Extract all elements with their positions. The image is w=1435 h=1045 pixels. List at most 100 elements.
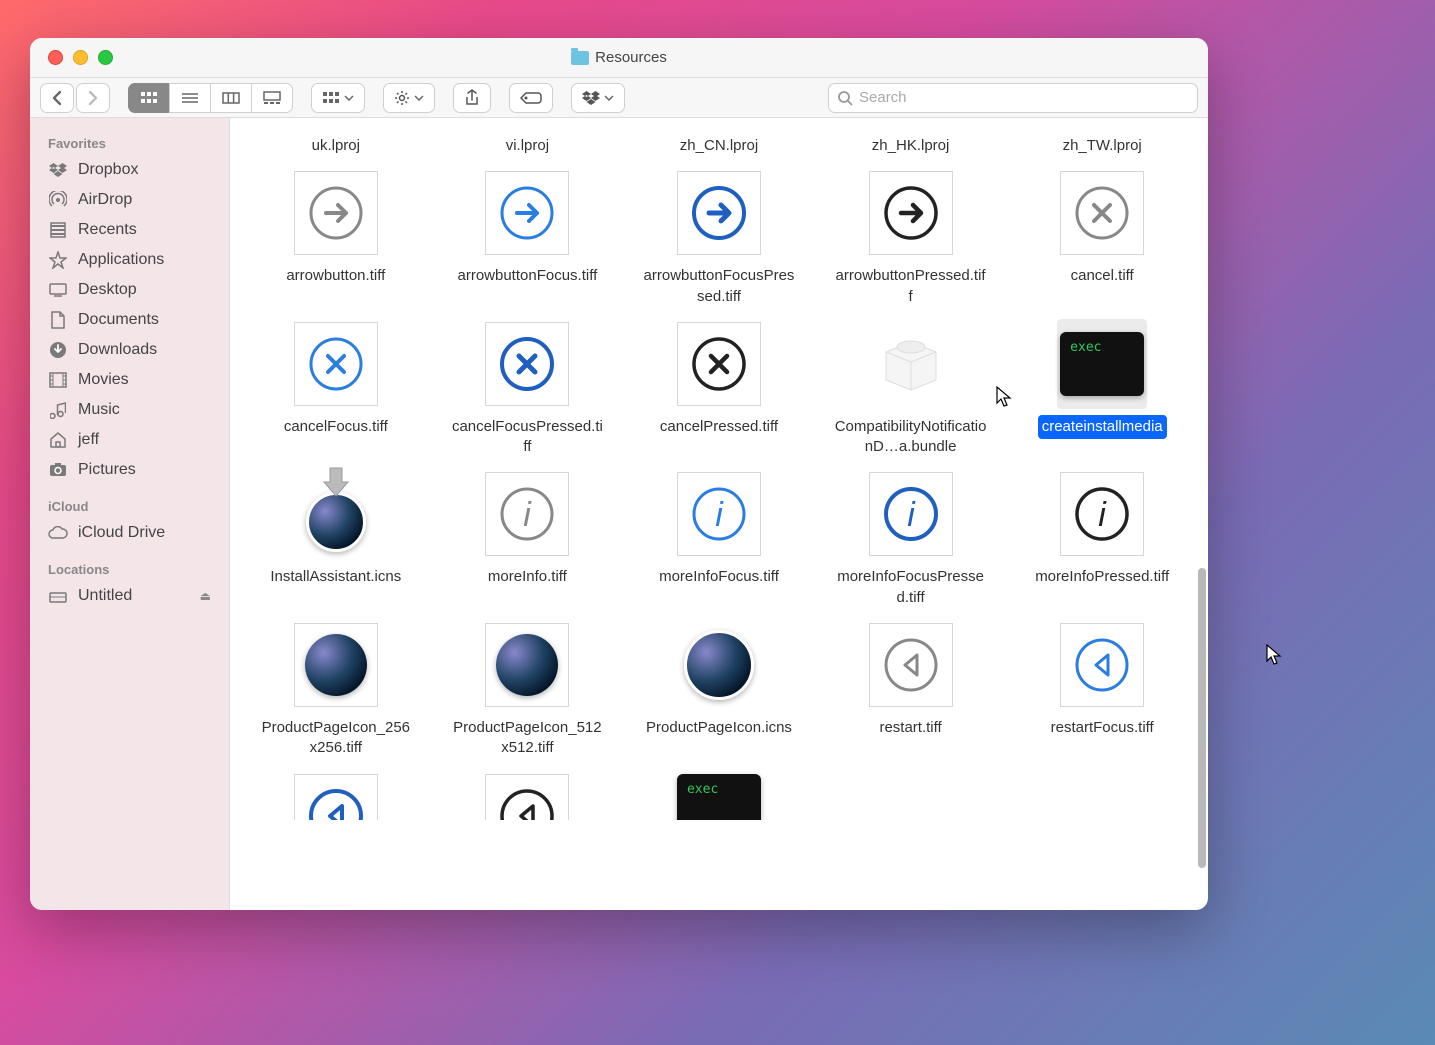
maximize-button[interactable]	[98, 50, 113, 65]
file-icon	[482, 168, 572, 258]
toolbar	[30, 78, 1208, 118]
sidebar-item-downloads[interactable]: Downloads	[30, 335, 229, 365]
file-label: moreInfoPressed.tiff	[1031, 565, 1173, 589]
view-gallery-button[interactable]	[251, 83, 293, 113]
file-icon	[291, 168, 381, 258]
chevron-down-icon	[414, 95, 424, 101]
search-field[interactable]	[828, 83, 1198, 113]
sidebar-item-pictures[interactable]: Pictures	[30, 455, 229, 485]
file-item[interactable]: ProductPageIcon_256x256.tiff	[253, 620, 419, 761]
file-item[interactable]	[253, 770, 419, 820]
file-item[interactable]: imoreInfoFocusPressed.tiff	[828, 469, 994, 610]
dropbox-icon	[48, 163, 68, 177]
sidebar-item-movies[interactable]: Movies	[30, 365, 229, 395]
file-item[interactable]: imoreInfoFocus.tiff	[636, 469, 802, 610]
file-item[interactable]	[444, 770, 610, 820]
sidebar-item-label: Music	[78, 401, 120, 419]
chevron-down-icon	[344, 95, 354, 101]
file-item[interactable]: exec	[636, 770, 802, 820]
file-icon	[1057, 620, 1147, 710]
group-button[interactable]	[311, 83, 365, 113]
file-item[interactable]: uk.lproj	[253, 118, 419, 158]
sidebar-item-music[interactable]: Music	[30, 395, 229, 425]
file-icon	[482, 774, 572, 820]
search-icon	[837, 90, 853, 106]
file-item[interactable]: cancelFocus.tiff	[253, 319, 419, 460]
action-button[interactable]	[383, 83, 435, 113]
file-item[interactable]: arrowbuttonPressed.tiff	[828, 168, 994, 309]
file-item[interactable]: CompatibilityNotificationD…a.bundle	[828, 319, 994, 460]
file-item[interactable]: zh_CN.lproj	[636, 118, 802, 158]
titlebar: Resources	[30, 38, 1208, 78]
file-label: arrowbuttonFocus.tiff	[453, 264, 601, 288]
sidebar-item-home[interactable]: jeff	[30, 425, 229, 455]
file-item[interactable]	[828, 770, 994, 820]
sidebar-item-label: Dropbox	[78, 161, 138, 179]
documents-icon	[48, 311, 68, 329]
file-icon	[291, 469, 381, 559]
sidebar-item-dropbox[interactable]: Dropbox	[30, 155, 229, 185]
sidebar: Favorites Dropbox AirDrop Recents Applic…	[30, 118, 230, 910]
dropbox-button[interactable]	[571, 83, 625, 113]
sidebar-item-airdrop[interactable]: AirDrop	[30, 185, 229, 215]
folder-icon	[571, 51, 589, 65]
file-label: ProductPageIcon.icns	[642, 716, 796, 740]
tags-button[interactable]	[509, 83, 553, 113]
file-area[interactable]: uk.lproj vi.lproj zh_CN.lproj zh_HK.lproj zh…	[230, 118, 1208, 910]
share-icon	[464, 89, 480, 107]
file-icon	[482, 319, 572, 409]
view-icons-button[interactable]	[128, 83, 170, 113]
scrollbar[interactable]	[1198, 568, 1206, 868]
sidebar-item-disk[interactable]: Untitled⏏	[30, 581, 229, 611]
eject-icon[interactable]: ⏏	[200, 589, 211, 603]
disk-icon	[48, 589, 68, 603]
back-button[interactable]	[40, 83, 74, 113]
file-label: arrowbuttonPressed.tiff	[831, 264, 991, 309]
file-icon: i	[482, 469, 572, 559]
file-item[interactable]: zh_HK.lproj	[828, 118, 994, 158]
file-item[interactable]: arrowbutton.tiff	[253, 168, 419, 309]
file-item[interactable]: ProductPageIcon.icns	[636, 620, 802, 761]
downloads-icon	[48, 341, 68, 359]
file-label: CompatibilityNotificationD…a.bundle	[831, 415, 991, 460]
applications-icon	[48, 251, 68, 269]
view-columns-button[interactable]	[210, 83, 252, 113]
file-item[interactable]: restartFocus.tiff	[1019, 620, 1185, 761]
file-item[interactable]: restart.tiff	[828, 620, 994, 761]
file-item[interactable]: cancelFocusPressed.tiff	[444, 319, 610, 460]
view-list-button[interactable]	[169, 83, 211, 113]
sidebar-item-applications[interactable]: Applications	[30, 245, 229, 275]
sidebar-item-desktop[interactable]: Desktop	[30, 275, 229, 305]
sidebar-item-recents[interactable]: Recents	[30, 215, 229, 245]
file-icon	[291, 774, 381, 820]
sidebar-item-icloud[interactable]: iCloud Drive	[30, 518, 229, 548]
file-item[interactable]: InstallAssistant.icns	[253, 469, 419, 610]
svg-text:i: i	[715, 496, 724, 534]
finder-window: Resources	[30, 38, 1208, 910]
file-item[interactable]: ProductPageIcon_512x512.tiff	[444, 620, 610, 761]
file-icon	[482, 620, 572, 710]
file-label: createinstallmedia	[1038, 415, 1167, 439]
search-input[interactable]	[859, 89, 1189, 106]
file-item[interactable]: imoreInfo.tiff	[444, 469, 610, 610]
file-item[interactable]: arrowbuttonFocus.tiff	[444, 168, 610, 309]
forward-button[interactable]	[76, 83, 110, 113]
file-item[interactable]: zh_TW.lproj	[1019, 118, 1185, 158]
sidebar-item-label: iCloud Drive	[78, 524, 165, 542]
file-label: cancelFocusPressed.tiff	[447, 415, 607, 460]
close-button[interactable]	[48, 50, 63, 65]
share-button[interactable]	[453, 83, 491, 113]
file-item[interactable]: vi.lproj	[444, 118, 610, 158]
file-item[interactable]: arrowbuttonFocusPressed.tiff	[636, 168, 802, 309]
file-item[interactable]: cancelPressed.tiff	[636, 319, 802, 460]
sidebar-item-label: AirDrop	[78, 191, 132, 209]
file-item[interactable]: cancel.tiff	[1019, 168, 1185, 309]
file-item[interactable]: execcreateinstallmedia	[1019, 319, 1185, 460]
file-item[interactable]: imoreInfoPressed.tiff	[1019, 469, 1185, 610]
svg-text:i: i	[907, 496, 916, 534]
file-item[interactable]	[1019, 770, 1185, 820]
columns-icon	[222, 91, 240, 105]
desktop-icon	[48, 283, 68, 297]
minimize-button[interactable]	[73, 50, 88, 65]
sidebar-item-documents[interactable]: Documents	[30, 305, 229, 335]
